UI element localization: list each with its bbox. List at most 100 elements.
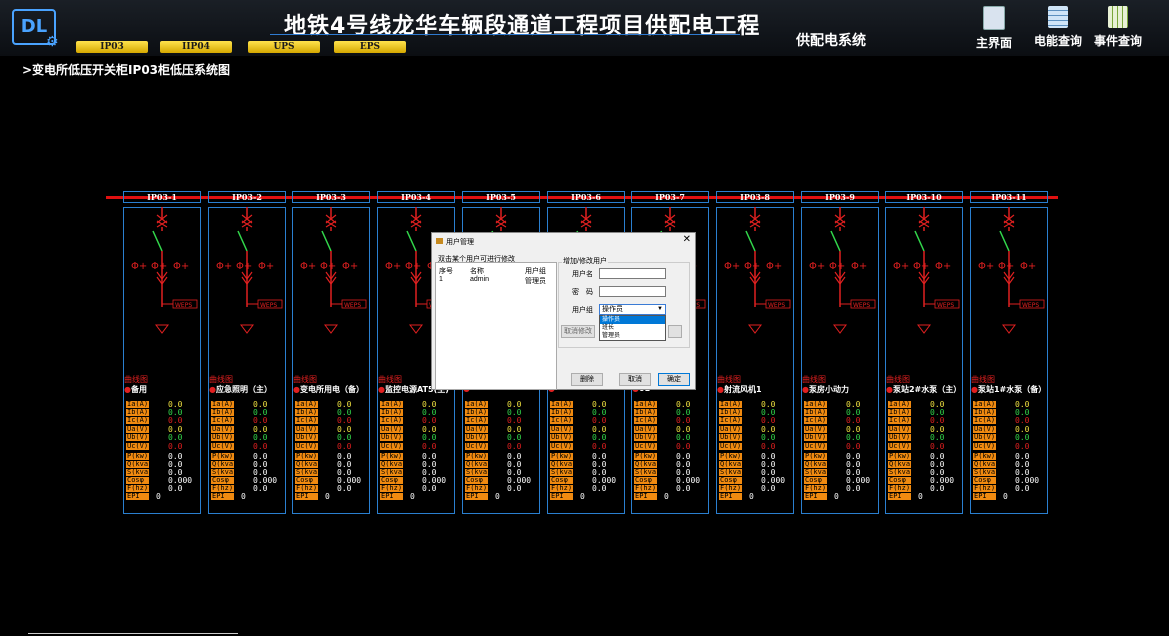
- svg-text:Φ+: Φ+: [935, 261, 951, 272]
- cabinet-id[interactable]: IP03-3: [292, 191, 370, 203]
- measurement-row: EPI 0: [719, 492, 793, 501]
- svg-text:Φ+: Φ+: [320, 261, 336, 272]
- measurement-row: Ic(A) 0.0: [380, 416, 454, 425]
- measurement-row: Uc(V) 0.0: [634, 442, 708, 451]
- nav-main-button[interactable]: 主界面: [964, 6, 1024, 51]
- measurement-label: Cosφ: [634, 477, 657, 484]
- measurement-value: 0: [241, 492, 246, 501]
- nav-energy-button[interactable]: 电能查询: [1028, 6, 1088, 49]
- measurement-row: F(hz) 0.0: [126, 484, 200, 493]
- measurement-value: 0.0: [168, 416, 183, 425]
- nav-event-button[interactable]: 事件查询: [1088, 6, 1148, 49]
- breaker-diagram[interactable]: Φ+ Φ+ Φ+ WEPS: [970, 207, 1048, 357]
- list-cell-no[interactable]: 1: [439, 276, 443, 283]
- role-option[interactable]: 管理员: [600, 332, 665, 340]
- username-label: 用户名: [572, 271, 593, 278]
- measurement-label: Q(kvar): [380, 461, 403, 468]
- cabinet-id[interactable]: IP03-10: [885, 191, 963, 203]
- table-icon: [1048, 6, 1068, 28]
- close-icon[interactable]: ✕: [683, 234, 691, 245]
- tab-iip04[interactable]: IIP04: [160, 41, 232, 53]
- measurement-row: Ia(A) 0.0: [211, 400, 285, 409]
- breaker-diagram[interactable]: Φ+ Φ+ Φ+ WEPS: [208, 207, 286, 357]
- cabinet-id[interactable]: IP03-2: [208, 191, 286, 203]
- measurement-label: Cosφ: [465, 477, 488, 484]
- measurement-label: S(kva): [804, 469, 827, 476]
- svg-text:Φ+: Φ+: [851, 261, 867, 272]
- measurement-label: Ic(A): [634, 417, 657, 424]
- measurement-row: Q(kvar)0.0: [126, 460, 200, 469]
- cabinet-id[interactable]: IP03-11: [970, 191, 1048, 203]
- breaker-diagram[interactable]: Φ+ Φ+ Φ+ WEPS: [801, 207, 879, 357]
- measurement-value: 0.0: [592, 484, 607, 493]
- cabinet-column: IP03-2 Φ+ Φ+ Φ+ WEPS 曲线图 ●应急照明（主） Ia(A) 0.0 Ib(A)…: [208, 191, 286, 514]
- role-option[interactable]: 操作员: [600, 316, 665, 324]
- measurement-label: Cosφ: [888, 477, 911, 484]
- edit-button[interactable]: [668, 325, 682, 338]
- scrollbar[interactable]: [28, 633, 238, 634]
- measurement-row: Ia(A) 0.0: [126, 400, 200, 409]
- measurement-row: Cosφ 0.000: [888, 476, 962, 485]
- cabinet-id[interactable]: IP03-9: [801, 191, 879, 203]
- role-option[interactable]: 班长: [600, 324, 665, 332]
- measurement-row: EPI 0: [126, 492, 200, 501]
- measurement-label: F(hz): [888, 485, 911, 492]
- measurement-label: F(hz): [804, 485, 827, 492]
- feeder-name: ●变电所用电（备）: [293, 384, 369, 395]
- user-list[interactable]: 序号 名称 用户组 1 admin 管理员: [435, 262, 557, 390]
- svg-text:Φ+: Φ+: [216, 261, 232, 272]
- measurement-row: EPI 0: [465, 492, 539, 501]
- measurement-label: Ub(V): [888, 434, 911, 441]
- page-title: 地铁4号线龙华车辆段通道工程项目供配电工程: [284, 14, 761, 39]
- measurement-row: Ua(V) 0.0: [973, 425, 1047, 434]
- measurement-row: F(hz) 0.0: [380, 484, 454, 493]
- measurement-label: Ic(A): [550, 417, 573, 424]
- cabinet-id[interactable]: IP03-5: [462, 191, 540, 203]
- measurement-label: EPI: [888, 493, 911, 500]
- cabinet-id[interactable]: IP03-7: [631, 191, 709, 203]
- username-field[interactable]: [599, 268, 666, 279]
- password-field[interactable]: [599, 286, 666, 297]
- status-dot-icon: ●: [293, 385, 300, 394]
- tab-ups[interactable]: UPS: [248, 41, 320, 53]
- cabinet-id[interactable]: IP03-8: [716, 191, 794, 203]
- measurement-label: P(kw): [719, 453, 742, 460]
- cabinet-id[interactable]: IP03-1: [123, 191, 201, 203]
- measurement-row: Ub(V) 0.0: [973, 433, 1047, 442]
- measurement-value: 0.0: [846, 442, 861, 451]
- role-select[interactable]: 操作员 ▼: [599, 304, 666, 315]
- delete-button[interactable]: 删除: [571, 373, 603, 386]
- measurement-label: P(kw): [465, 453, 488, 460]
- measurement-row: Ua(V) 0.0: [719, 425, 793, 434]
- measurement-label: Ic(A): [295, 417, 318, 424]
- measurement-row: Ib(A) 0.0: [804, 408, 878, 417]
- cancel-button[interactable]: 取消: [619, 373, 651, 386]
- measurement-label: Ua(V): [634, 426, 657, 433]
- tab-eps[interactable]: EPS: [334, 41, 406, 53]
- cabinet-id[interactable]: IP03-4: [377, 191, 455, 203]
- svg-text:WEPS: WEPS: [175, 302, 192, 309]
- measurement-row: Ic(A) 0.0: [973, 416, 1047, 425]
- measurement-label: Ub(V): [295, 434, 318, 441]
- measurement-value: 0.0: [168, 433, 183, 442]
- ok-button[interactable]: 确定: [658, 373, 690, 386]
- list-cell-group[interactable]: 管理员: [525, 276, 546, 286]
- measurement-label: Ua(V): [804, 426, 827, 433]
- role-dropdown[interactable]: 操作员 班长 管理员: [599, 315, 666, 341]
- breaker-diagram[interactable]: Φ+ Φ+ Φ+ WEPS: [292, 207, 370, 357]
- list-cell-name[interactable]: admin: [470, 276, 489, 283]
- measurement-row: Ia(A) 0.0: [804, 400, 878, 409]
- measurement-label: Q(kvar): [126, 461, 149, 468]
- measurement-label: EPI: [550, 493, 573, 500]
- measurement-row: Ua(V) 0.0: [380, 425, 454, 434]
- tab-ip03[interactable]: IP03: [76, 41, 148, 53]
- svg-text:Φ+: Φ+: [1020, 261, 1036, 272]
- breaker-diagram[interactable]: Φ+ Φ+ Φ+ WEPS: [123, 207, 201, 357]
- measurement-value: 0: [749, 492, 754, 501]
- cabinet-id[interactable]: IP03-6: [547, 191, 625, 203]
- breaker-diagram[interactable]: Φ+ Φ+ Φ+ WEPS: [885, 207, 963, 357]
- measurement-value: 0: [834, 492, 839, 501]
- measurement-row: EPI 0: [295, 492, 369, 501]
- breaker-diagram[interactable]: Φ+ Φ+ Φ+ WEPS: [716, 207, 794, 357]
- cancel-edit-button[interactable]: 取消修改: [561, 325, 595, 338]
